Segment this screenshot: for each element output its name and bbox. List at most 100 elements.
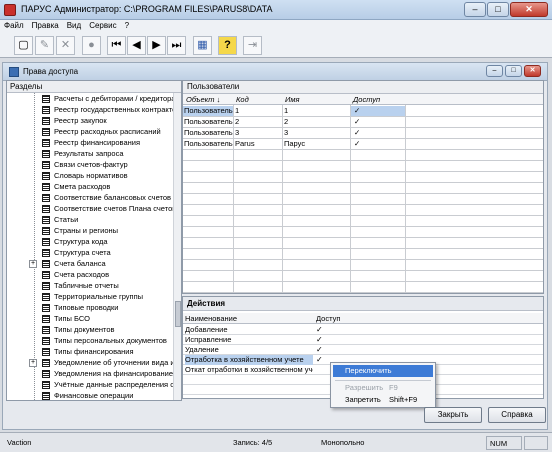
tree-scrollbar-thumb[interactable] xyxy=(175,301,181,327)
help-icon[interactable]: ? xyxy=(218,36,237,55)
tree-item-label: Табличные отчеты xyxy=(54,281,119,290)
menu-edit[interactable]: Правка xyxy=(28,20,63,31)
close-button[interactable]: Закрыть xyxy=(424,407,482,423)
table-row[interactable]: Пользователь 1 1 ✓ xyxy=(183,106,543,117)
tree-item-label: Словарь нормативов xyxy=(54,171,128,180)
tree-item[interactable]: Типовые проводки xyxy=(7,303,177,313)
next-record-icon[interactable]: ▶ xyxy=(147,36,166,55)
action-row[interactable]: Исправление ✓ xyxy=(183,335,543,345)
document-icon xyxy=(42,337,50,345)
sections-header: Разделы xyxy=(7,81,181,93)
tree-item-label: Счета расходов xyxy=(54,270,110,279)
tree-item[interactable]: Территориальные группы xyxy=(7,292,177,302)
tree-item[interactable]: Статьи xyxy=(7,215,177,225)
ctx-deny[interactable]: Запретить Shift+F9 xyxy=(333,394,433,406)
table-row[interactable] xyxy=(183,238,543,249)
tree-item[interactable]: Связи счетов-фактур xyxy=(7,160,177,170)
tree-item[interactable]: Реестр закупок xyxy=(7,116,177,126)
sub-minimize-button[interactable]: – xyxy=(486,65,503,77)
menu-help[interactable]: ? xyxy=(121,20,133,31)
table-row[interactable] xyxy=(183,260,543,271)
sub-maximize-button[interactable]: □ xyxy=(505,65,522,77)
actions-header: Действия xyxy=(183,297,543,311)
tree-item[interactable]: Реестр финансирования xyxy=(7,138,177,148)
expand-icon[interactable]: + xyxy=(29,260,37,268)
table-row[interactable] xyxy=(183,282,543,293)
tree-item[interactable]: Словарь нормативов xyxy=(7,171,177,181)
first-record-icon[interactable]: ⏮ xyxy=(107,36,126,55)
col-access[interactable]: Доступ xyxy=(353,95,380,104)
table-row[interactable]: Пользователь 3 3 ✓ xyxy=(183,128,543,139)
sub-close-button[interactable]: ✕ xyxy=(524,65,541,77)
tree-item[interactable]: Страны и регионы xyxy=(7,226,177,236)
menu-view[interactable]: Вид xyxy=(63,20,85,31)
table-row[interactable] xyxy=(183,216,543,227)
table-row[interactable] xyxy=(183,183,543,194)
tree-item[interactable]: Финансовые операции xyxy=(7,391,177,400)
menu-service[interactable]: Сервис xyxy=(85,20,120,31)
cell-object: Пользователь xyxy=(184,128,233,137)
tree-item[interactable]: Типы финансирования xyxy=(7,347,177,357)
col-code[interactable]: Код xyxy=(236,95,249,104)
expand-icon[interactable]: + xyxy=(29,359,37,367)
stop-icon[interactable]: ● xyxy=(82,36,101,55)
users-grid-header: Объект ↓ Код Имя Доступ xyxy=(183,94,543,105)
tree-item[interactable]: Соответствие балансовых счетов xyxy=(7,193,177,203)
table-row[interactable]: Пользователь Parus Парус ✓ xyxy=(183,139,543,150)
col-name[interactable]: Имя xyxy=(285,95,300,104)
tree-scrollbar[interactable] xyxy=(173,93,181,400)
tree-item[interactable]: Типы БСО xyxy=(7,314,177,324)
tree-item[interactable]: Соответствие счетов Плана счетов xyxy=(7,204,177,214)
table-row[interactable] xyxy=(183,172,543,183)
calendar-icon[interactable]: ▦ xyxy=(193,36,212,55)
exit-icon[interactable]: ⇥ xyxy=(243,36,262,55)
ctx-allow[interactable]: Разрешить F9 xyxy=(333,382,433,394)
col-object[interactable]: Объект ↓ xyxy=(186,95,220,104)
tree-item[interactable]: Счета расходов xyxy=(7,270,177,280)
tree-item[interactable]: Типы персональных документов xyxy=(7,336,177,346)
tree-item[interactable]: Уведомления на финансирование xyxy=(7,369,177,379)
help-button[interactable]: Справка xyxy=(488,407,546,423)
action-row[interactable]: Добавление ✓ xyxy=(183,325,543,335)
minimize-button[interactable]: – xyxy=(464,2,486,17)
table-row[interactable] xyxy=(183,227,543,238)
tree-item-label: Реестр расходных расписаний xyxy=(54,127,161,136)
tree-item-label: Расчеты с дебиторами / кредиторами xyxy=(54,94,177,103)
table-row[interactable] xyxy=(183,161,543,172)
tree-item[interactable]: Структура счета xyxy=(7,248,177,258)
table-row[interactable] xyxy=(183,249,543,260)
table-row[interactable] xyxy=(183,205,543,216)
col-action-name[interactable]: Наименование xyxy=(185,314,237,323)
tree-item[interactable]: Реестр государственных контрактов xyxy=(7,105,177,115)
action-row[interactable]: Удаление ✓ xyxy=(183,345,543,355)
tree-item-label: Страны и регионы xyxy=(54,226,119,235)
col-action-access[interactable]: Доступ xyxy=(316,314,340,323)
last-record-icon[interactable]: ⏭ xyxy=(167,36,186,55)
new-doc-icon[interactable]: ▢ xyxy=(14,36,33,55)
tree-item[interactable]: Реестр расходных расписаний xyxy=(7,127,177,137)
table-row[interactable] xyxy=(183,271,543,282)
menu-file[interactable]: Файл xyxy=(0,20,28,31)
table-row[interactable] xyxy=(183,150,543,161)
tree-item[interactable]: Структура кода xyxy=(7,237,177,247)
cell-access: ✓ xyxy=(354,117,361,126)
tree-item[interactable]: Расчеты с дебиторами / кредиторами xyxy=(7,94,177,104)
document-icon xyxy=(42,139,50,147)
tree-item[interactable]: + Счета баланса xyxy=(7,259,177,269)
tree-item[interactable]: Учётные данные распределения ср xyxy=(7,380,177,390)
maximize-button[interactable]: □ xyxy=(487,2,509,17)
delete-icon[interactable]: ✕ xyxy=(56,36,75,55)
tree-item-label: Статьи xyxy=(54,215,79,224)
prev-record-icon[interactable]: ◀ xyxy=(127,36,146,55)
table-row[interactable] xyxy=(183,194,543,205)
tree-item[interactable]: Табличные отчеты xyxy=(7,281,177,291)
table-row[interactable]: Пользователь 2 2 ✓ xyxy=(183,117,543,128)
tree-item[interactable]: Типы документов xyxy=(7,325,177,335)
tree-item[interactable]: + Уведомление об уточнении вида и xyxy=(7,358,177,368)
edit-doc-icon[interactable]: ✎ xyxy=(35,36,54,55)
close-window-button[interactable]: ✕ xyxy=(510,2,548,17)
tree-item[interactable]: Смета расходов xyxy=(7,182,177,192)
context-menu: Переключить Разрешить F9 Запретить Shift… xyxy=(330,362,436,408)
tree-item[interactable]: Результаты запроса xyxy=(7,149,177,159)
ctx-toggle[interactable]: Переключить xyxy=(333,365,433,377)
